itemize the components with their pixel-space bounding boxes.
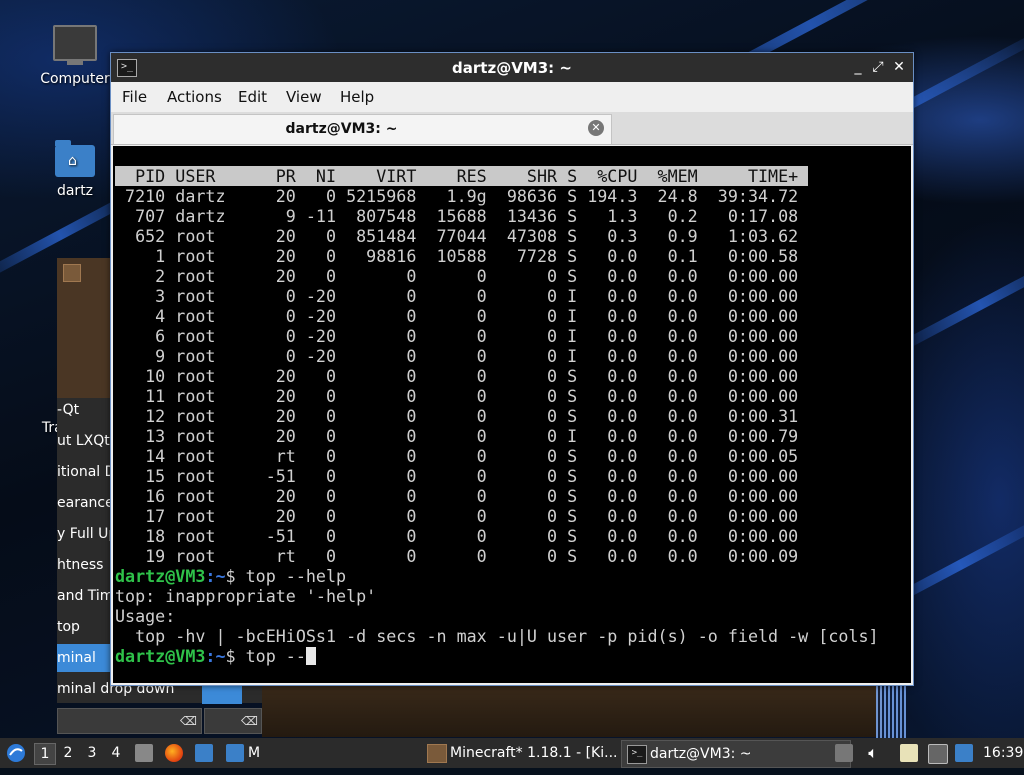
task-label: Minecraft* 1.18.1 - [Ki... xyxy=(450,745,618,761)
desktop-icon-label: Computer xyxy=(40,71,110,87)
terminal-icon: >_ xyxy=(627,745,647,764)
menu-help[interactable]: Help xyxy=(340,88,374,106)
command-input[interactable]: top -- xyxy=(246,646,306,666)
terminal-output[interactable]: PID USER PR NI VIRT RES SHR S %CPU %MEM … xyxy=(113,146,911,683)
process-row: 12 root 20 0 0 0 0 S 0.0 0.0 0:00.31 xyxy=(115,406,799,426)
wallpaper-fragment xyxy=(876,683,906,738)
text-cursor xyxy=(305,647,316,665)
quicklaunch-label[interactable]: M xyxy=(248,738,260,768)
terminal-window: >_ dartz@VM3: ~ _ ⤢ ✕ File Actions Edit … xyxy=(110,52,914,686)
menu-item-terminal[interactable]: minal xyxy=(57,644,114,672)
process-row: 6 root 0 -20 0 0 0 I 0.0 0.0 0:00.00 xyxy=(115,326,799,346)
show-desktop-icon[interactable] xyxy=(195,744,213,762)
menu-item[interactable]: and Tim xyxy=(57,582,114,610)
desktop-icon-label: dartz xyxy=(56,183,94,199)
minecraft-window-fragment xyxy=(262,682,882,737)
folder-icon[interactable] xyxy=(226,744,244,762)
desktop-icon-computer[interactable]: Computer xyxy=(35,25,115,87)
clipboard-icon[interactable] xyxy=(900,744,918,762)
computer-icon xyxy=(53,25,97,65)
tab-terminal[interactable]: dartz@VM3: ~ ✕ xyxy=(113,114,612,144)
prompt-path: :~ xyxy=(205,566,226,586)
process-row: 17 root 20 0 0 0 0 S 0.0 0.0 0:00.00 xyxy=(115,506,799,526)
prompt-path: :~ xyxy=(205,646,226,666)
firefox-icon[interactable] xyxy=(165,744,183,762)
task-terminal[interactable]: >_ dartz@VM3: ~ xyxy=(621,740,851,768)
menu-item[interactable]: htness xyxy=(57,551,114,579)
tab-close-icon[interactable]: ✕ xyxy=(588,120,604,136)
desktop-icon-home[interactable]: ⌂ dartz xyxy=(35,140,115,199)
prompt-line-current: dartz@VM3:~$ top -- xyxy=(115,646,316,666)
process-row: 707 dartz 9 -11 807548 15688 13436 S 1.3… xyxy=(115,206,799,226)
output-line: top: inappropriate '-help' xyxy=(115,586,377,606)
clear-icon[interactable]: ⌫ xyxy=(180,715,198,727)
process-row: 7210 dartz 20 0 5215968 1.9g 98636 S 194… xyxy=(115,186,799,206)
tab-label: dartz@VM3: ~ xyxy=(285,121,398,137)
clock[interactable]: 16:39 xyxy=(983,738,1023,768)
workspace-3[interactable]: 3 xyxy=(82,743,102,763)
process-row: 13 root 20 0 0 0 0 I 0.0 0.0 0:00.79 xyxy=(115,426,799,446)
process-row: 652 root 20 0 851484 77044 47308 S 0.3 0… xyxy=(115,226,799,246)
menu-item[interactable]: top xyxy=(57,613,114,641)
prompt-sigil: $ xyxy=(225,646,246,666)
menu-item[interactable]: -Qt xyxy=(57,396,114,424)
process-row: 10 root 20 0 0 0 0 S 0.0 0.0 0:00.00 xyxy=(115,366,799,386)
home-folder-icon: ⌂ xyxy=(55,140,95,177)
menu-file[interactable]: File xyxy=(122,88,147,106)
process-row: 9 root 0 -20 0 0 0 I 0.0 0.0 0:00.00 xyxy=(115,346,799,366)
taskbar: 1 2 3 4 M Minecraft* 1.18.1 - [Ki... >_ … xyxy=(0,738,1024,768)
minimize-button[interactable]: _ xyxy=(849,58,867,76)
output-line: top -hv | -bcEHiOSs1 -d secs -n max -u|U… xyxy=(115,626,879,646)
lxqt-logo-icon xyxy=(7,744,25,762)
volume-icon[interactable]: 🔈︎ xyxy=(862,738,884,768)
menu-edit[interactable]: Edit xyxy=(238,88,267,106)
menu-search-input[interactable]: ⌫ xyxy=(57,708,202,734)
process-row: 19 root rt 0 0 0 0 S 0.0 0.0 0:00.09 xyxy=(115,546,799,566)
process-row: 2 root 20 0 0 0 0 S 0.0 0.0 0:00.00 xyxy=(115,266,799,286)
menu-item[interactable]: itional D xyxy=(57,458,114,486)
output-line: Usage: xyxy=(115,606,176,626)
network-icon[interactable] xyxy=(928,744,948,764)
prompt-host: dartz@VM3 xyxy=(115,566,206,586)
minecraft-window-fragment xyxy=(57,258,117,398)
process-row: 18 root -51 0 0 0 0 S 0.0 0.0 0:00.00 xyxy=(115,526,799,546)
workspace-1[interactable]: 1 xyxy=(34,743,56,765)
process-row: 1 root 20 0 98816 10588 7728 S 0.0 0.1 0… xyxy=(115,246,799,266)
clear-icon[interactable]: ⌫ xyxy=(241,715,259,727)
menu-bar: File Actions Edit View Help xyxy=(111,82,913,112)
start-menu-button[interactable] xyxy=(5,738,27,768)
process-row: 15 root -51 0 0 0 0 S 0.0 0.0 0:00.00 xyxy=(115,466,799,486)
close-button[interactable]: ✕ xyxy=(890,58,908,76)
process-row: 14 root rt 0 0 0 0 S 0.0 0.0 0:00.05 xyxy=(115,446,799,466)
prompt-host: dartz@VM3 xyxy=(115,646,206,666)
top-column-header: PID USER PR NI VIRT RES SHR S %CPU %MEM … xyxy=(115,166,809,186)
process-row: 3 root 0 -20 0 0 0 I 0.0 0.0 0:00.00 xyxy=(115,286,799,306)
process-row: 4 root 0 -20 0 0 0 I 0.0 0.0 0:00.00 xyxy=(115,306,799,326)
minecraft-icon xyxy=(63,264,81,282)
prompt-sigil: $ xyxy=(225,566,246,586)
workspace-4[interactable]: 4 xyxy=(106,743,126,763)
file-manager-icon[interactable] xyxy=(135,744,153,762)
update-notifier-icon[interactable] xyxy=(955,744,973,762)
window-title: dartz@VM3: ~ xyxy=(452,59,572,77)
menu-item[interactable]: y Full Up xyxy=(57,520,114,548)
minecraft-icon xyxy=(427,744,447,763)
task-minecraft[interactable]: Minecraft* 1.18.1 - [Ki... xyxy=(422,740,640,766)
menu-item[interactable]: ut LXQt xyxy=(57,427,114,455)
tab-bar: dartz@VM3: ~ ✕ xyxy=(111,112,913,145)
menu-view[interactable]: View xyxy=(286,88,322,106)
menu-actions[interactable]: Actions xyxy=(167,88,222,106)
process-row: 11 root 20 0 0 0 0 S 0.0 0.0 0:00.00 xyxy=(115,386,799,406)
process-row: 16 root 20 0 0 0 0 S 0.0 0.0 0:00.00 xyxy=(115,486,799,506)
workspace-2[interactable]: 2 xyxy=(58,743,78,763)
menu-search-input-2[interactable]: ⌫ xyxy=(204,708,262,734)
task-label: dartz@VM3: ~ xyxy=(650,746,752,762)
tray-app-icon[interactable] xyxy=(835,744,853,762)
maximize-button[interactable]: ⤢ xyxy=(869,58,887,76)
prompt-line: dartz@VM3:~$ top --help xyxy=(115,566,346,586)
window-titlebar[interactable]: >_ dartz@VM3: ~ _ ⤢ ✕ xyxy=(111,53,913,82)
menu-item[interactable]: earance xyxy=(57,489,114,517)
command-text: top --help xyxy=(245,566,347,586)
